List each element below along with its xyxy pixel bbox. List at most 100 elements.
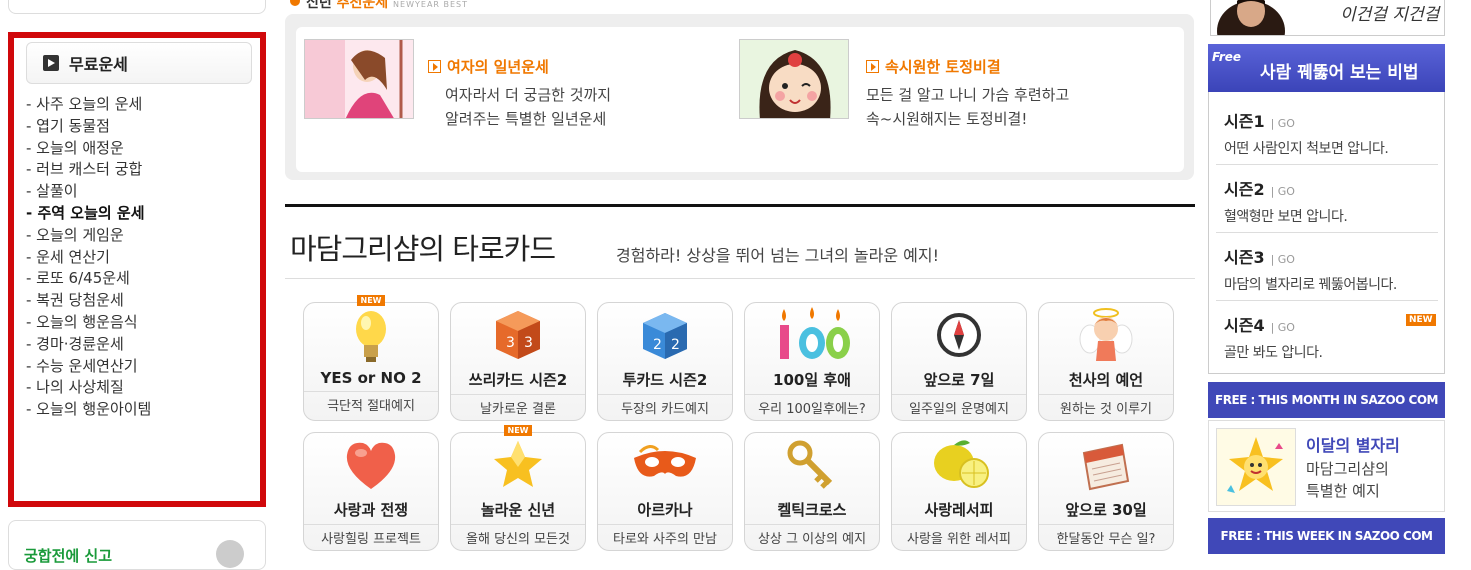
divider (1216, 300, 1438, 301)
tarot-card[interactable]: 켈틱크로스 상상 그 이상의 예지 (744, 432, 880, 551)
tarot-subtitle: 경험하라! 상상을 뛰어 넘는 그녀의 놀라운 예지! (616, 246, 940, 265)
more-button[interactable] (216, 540, 244, 568)
card-title: 켈틱크로스 (777, 501, 847, 519)
menu-item[interactable]: - 복권 당첨운세 (26, 290, 151, 312)
card-desc: 일주일의 운명예지 (892, 394, 1026, 417)
season-name: 시즌3 (1224, 248, 1265, 267)
menu-item[interactable]: - 오늘의 게임운 (26, 225, 151, 247)
menu-item[interactable]: - 로또 6/45운세 (26, 268, 151, 290)
season-name: 시즌1 (1224, 112, 1265, 131)
card-desc: 우리 100일후에는? (745, 394, 879, 417)
svg-text:3: 3 (524, 335, 533, 351)
menu-item[interactable]: - 살풀이 (26, 181, 151, 203)
menu-item[interactable]: - 엽기 동물점 (26, 116, 151, 138)
menu-item[interactable]: - 오늘의 애정운 (26, 138, 151, 160)
menu-item[interactable]: - 수능 운세연산기 (26, 356, 151, 378)
section-divider (285, 204, 1195, 207)
go-link[interactable]: | GO (1271, 321, 1295, 334)
newyear-section-title: 신년 추천운세 NEWYEAR BEST (306, 0, 469, 11)
free-fortune-panel: 무료운세 - 사주 오늘의 운세 - 엽기 동물점 - 오늘의 애정운 - 러브… (8, 32, 266, 507)
card-title: 아르카나 (637, 501, 693, 519)
menu-item-active[interactable]: - 주역 오늘의 운세 (26, 203, 151, 225)
season-desc: 골만 봐도 압니다. (1224, 345, 1323, 361)
tarot-card[interactable]: NEW 놀라운 신년 올해 당신의 모든것 (450, 425, 586, 551)
menu-item[interactable]: - 오늘의 행운음식 (26, 312, 151, 334)
tarot-card[interactable]: 사랑과 전쟁 사랑힐링 프로젝트 (303, 432, 439, 551)
menu-item[interactable]: - 사주 오늘의 운세 (26, 94, 151, 116)
secret-title[interactable]: 사람 꿰뚫어 보는 비법 (1260, 58, 1419, 83)
tarot-card[interactable]: 아르카나 타로와 사주의 만남 (597, 432, 733, 551)
tarot-card[interactable]: 2 2 투카드 시즌2 두장의 카드예지 (597, 302, 733, 421)
month-bar[interactable]: FREE : THIS MONTH IN SAZOO COM (1208, 382, 1445, 418)
card-title: 놀라운 신년 (480, 501, 556, 519)
free-fortune-menu: - 사주 오늘의 운세 - 엽기 동물점 - 오늘의 애정운 - 러브 캐스터 … (26, 94, 151, 421)
free-badge: Free (1212, 50, 1242, 64)
svg-text:2: 2 (653, 337, 662, 353)
menu-item[interactable]: - 오늘의 행운아이템 (26, 399, 151, 421)
dice-two-icon: 2 2 (643, 313, 687, 359)
calendar-icon (1082, 443, 1130, 491)
go-link[interactable]: | GO (1271, 185, 1295, 198)
tarot-card[interactable]: 3 3 쓰리카드 시즌2 날카로운 결론 (450, 302, 586, 421)
free-fortune-title: 무료운세 (69, 55, 128, 74)
go-link[interactable]: | GO (1271, 253, 1295, 266)
menu-item[interactable]: - 운세 연산기 (26, 247, 151, 269)
menu-item[interactable]: - 나의 사상체질 (26, 377, 151, 399)
card-title: 앞으로 30일 (1065, 501, 1147, 519)
season-desc: 어떤 사람인지 척보면 압니다. (1224, 141, 1389, 157)
new-badge: NEW (503, 425, 533, 436)
tarot-card[interactable]: 앞으로 7일 일주일의 운명예지 (891, 302, 1027, 421)
menu-item[interactable]: - 러브 캐스터 궁합 (26, 159, 151, 181)
promo-title-girl[interactable]: 속시원한 토정비결 (866, 56, 1001, 77)
card-desc: 상상 그 이상의 예지 (745, 524, 879, 547)
key-icon (787, 440, 833, 489)
season-desc: 혈액형만 보면 압니다. (1224, 209, 1348, 225)
new-badge: NEW (356, 295, 386, 306)
tarot-card[interactable]: 앞으로 30일 한달동안 무슨 일? (1038, 432, 1174, 551)
card-desc: 타로와 사주의 만남 (598, 524, 732, 547)
card-title: 앞으로 7일 (923, 371, 995, 389)
girl-illustration[interactable] (739, 39, 849, 119)
card-title: 쓰리카드 시즌2 (468, 371, 568, 389)
arrow-box-icon (866, 60, 879, 73)
season-item[interactable]: 시즌4 | GO 골만 봐도 압니다. (1224, 312, 1434, 362)
card-title: YES or NO 2 (320, 369, 422, 387)
zodiac-star-image[interactable] (1216, 428, 1296, 506)
tarot-title: 마담그리샴의 타로카드 (290, 232, 556, 266)
card-title: 천사의 예언 (1068, 371, 1144, 389)
card-title: 사랑과 전쟁 (333, 501, 409, 519)
divider (1216, 164, 1438, 165)
week-bar[interactable]: FREE : THIS WEEK IN SAZOO COM (1208, 518, 1445, 554)
card-desc: 사랑을 위한 레서피 (892, 524, 1026, 547)
compass-icon (937, 313, 981, 357)
dice-three-icon: 3 3 (496, 311, 540, 359)
left-bottom-label[interactable]: 궁합전에 신고 (24, 545, 112, 566)
tarot-card[interactable]: 천사의 예언 원하는 것 이루기 (1038, 302, 1174, 421)
season-item[interactable]: 시즌1 | GO 어떤 사람인지 척보면 압니다. (1224, 108, 1434, 158)
tarot-card[interactable]: NEW YES or NO 2 극단적 절대예지 (303, 295, 439, 421)
free-fortune-header: 무료운세 (26, 42, 252, 84)
bullet-icon (290, 0, 300, 6)
card-desc: 사랑힐링 프로젝트 (304, 524, 438, 547)
angel-icon (1079, 308, 1133, 361)
arrow-box-icon (428, 60, 441, 73)
season-name: 시즌4 (1224, 316, 1265, 335)
zodiac-title[interactable]: 이달의 별자리 (1306, 432, 1400, 456)
promo-title-woman[interactable]: 여자의 일년운세 (428, 56, 549, 77)
card-title: 100일 후애 (773, 371, 851, 389)
promo-desc-girl: 모든 걸 알고 나니 가슴 후련하고 속~시원해지는 토정비결! (866, 86, 1070, 128)
season-name: 시즌2 (1224, 180, 1265, 199)
menu-item[interactable]: - 경마·경륜운세 (26, 334, 151, 356)
tarot-card[interactable]: 사랑레서피 사랑을 위한 레서피 (891, 432, 1027, 551)
season-item[interactable]: 시즌3 | GO 마담의 별자리로 꿰뚫어봅니다. (1224, 244, 1434, 294)
promo-desc-woman: 여자라서 더 궁금한 것까지 알려주는 특별한 일년운세 (445, 86, 612, 128)
card-title: 사랑레서피 (924, 501, 994, 519)
divider (1216, 232, 1438, 233)
season-item[interactable]: 시즌2 | GO 혈액형만 보면 압니다. (1224, 176, 1434, 226)
svg-text:3: 3 (506, 335, 515, 351)
woman-illustration[interactable] (304, 39, 414, 119)
tarot-card[interactable]: 100일 후애 우리 100일후에는? (744, 302, 880, 421)
go-link[interactable]: | GO (1271, 117, 1295, 130)
new-badge: NEW (1406, 314, 1436, 326)
zodiac-desc: 마담그리샴의 특별한 예지 (1306, 460, 1389, 500)
